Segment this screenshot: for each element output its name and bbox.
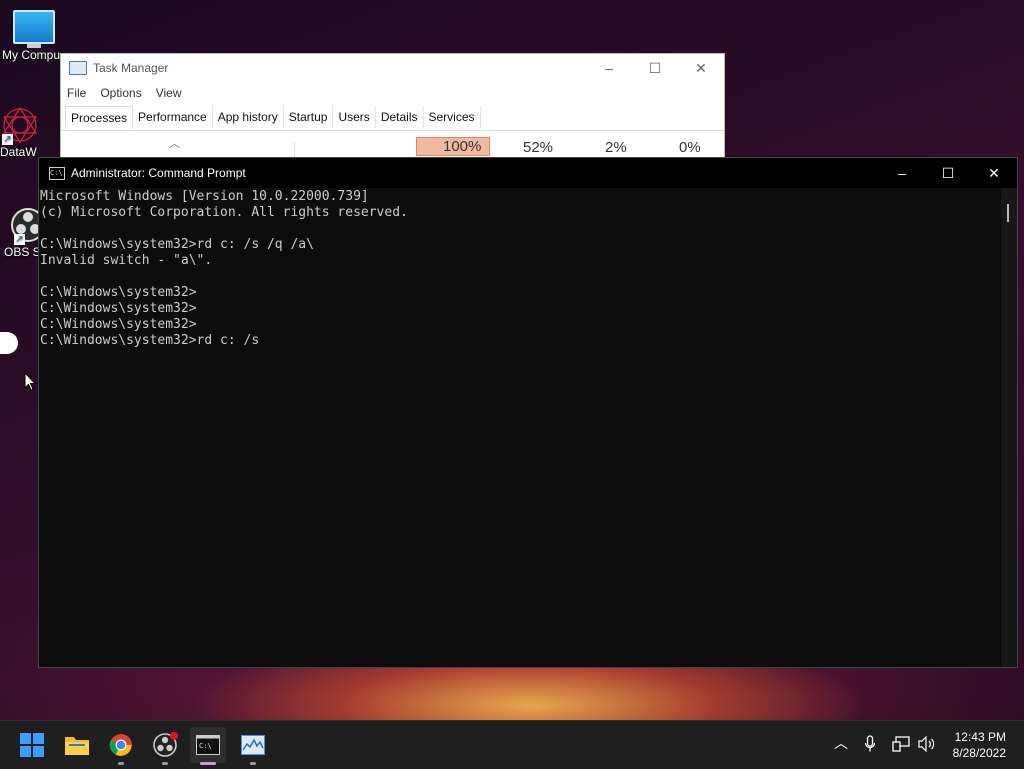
desktop-icon-datawrapper[interactable]: ↗ DataW — [0, 105, 40, 159]
monitor-icon — [13, 10, 55, 44]
clock-time: 12:43 PM — [954, 730, 1006, 744]
console-line: C:\Windows\system32> — [40, 317, 197, 332]
console-line: C:\Windows\system32> — [40, 301, 197, 316]
taskbar-file-explorer[interactable] — [59, 727, 95, 763]
terminal-icon: C:\ — [49, 166, 65, 180]
mouse-cursor-icon — [24, 372, 36, 391]
disk-column-stat[interactable]: 2% — [605, 139, 627, 156]
scrollbar-thumb[interactable] — [1007, 204, 1009, 222]
shortcut-arrow-icon: ↗ — [14, 234, 25, 245]
clock[interactable]: 12:43 PM 8/28/2022 — [953, 729, 1006, 761]
chevron-up-icon[interactable]: ︿ — [834, 733, 848, 753]
close-button[interactable]: ✕ — [678, 60, 724, 77]
console-output[interactable]: Microsoft Windows [Version 10.0.22000.73… — [39, 188, 1001, 667]
running-indicator — [118, 762, 124, 765]
minimize-button[interactable]: – — [586, 60, 632, 77]
cpu-column-stat[interactable]: 100% — [416, 137, 491, 156]
chrome-icon — [109, 734, 132, 756]
active-indicator — [200, 762, 216, 765]
taskbar: C:\ ︿ 12:43 PM 8/28/2022 — [0, 720, 1024, 769]
clock-date: 8/28/2022 — [952, 746, 1006, 760]
sort-chevron-up-icon[interactable]: ︿ — [169, 135, 180, 151]
task-manager-menubar: File Options View — [61, 82, 724, 104]
console-line: Microsoft Windows [Version 10.0.22000.73… — [40, 189, 369, 204]
task-manager-window[interactable]: Task Manager – ☐ ✕ File Options View Pro… — [60, 53, 725, 165]
shortcut-arrow-icon: ↗ — [2, 134, 13, 145]
microphone-icon[interactable] — [864, 735, 876, 753]
cmd-scrollbar[interactable] — [1001, 188, 1017, 667]
partial-desktop-icon[interactable] — [0, 332, 18, 354]
cmd-title: Administrator: Command Prompt — [71, 166, 246, 180]
console-line: Invalid switch - "a\". — [40, 253, 213, 268]
tab-users[interactable]: Users — [333, 106, 376, 128]
taskbar-command-prompt[interactable]: C:\ — [190, 727, 226, 765]
menu-options[interactable]: Options — [100, 86, 141, 100]
taskbar-obs[interactable] — [147, 727, 183, 765]
task-manager-titlebar[interactable]: Task Manager – ☐ ✕ — [61, 54, 724, 82]
console-current-line[interactable]: C:\Windows\system32>rd c: /s — [40, 333, 1001, 349]
task-manager-title: Task Manager — [93, 61, 169, 75]
taskbar-task-manager[interactable] — [235, 727, 271, 765]
tab-details[interactable]: Details — [376, 106, 424, 128]
network-column-stat[interactable]: 0% — [679, 139, 701, 156]
memory-column-stat[interactable]: 52% — [523, 139, 553, 156]
console-line: C:\Windows\system32> — [40, 285, 197, 300]
tab-processes[interactable]: Processes — [65, 105, 134, 129]
task-manager-icon — [241, 735, 265, 755]
command-prompt-window[interactable]: C:\ Administrator: Command Prompt – ☐ ✕ … — [38, 157, 1018, 668]
console-line: (c) Microsoft Corporation. All rights re… — [40, 205, 408, 220]
console-line: C:\Windows\system32>rd c: /s /q /a\ — [40, 237, 314, 252]
maximize-button[interactable]: ☐ — [925, 165, 971, 182]
minimize-button[interactable]: – — [879, 165, 925, 182]
running-indicator — [162, 762, 168, 765]
tab-services[interactable]: Services — [424, 106, 481, 128]
cmd-titlebar[interactable]: C:\ Administrator: Command Prompt – ☐ ✕ — [39, 158, 1017, 188]
desktop-icon-label: My Compu — [2, 48, 61, 62]
desktop-icon-my-computer[interactable]: My Compu — [2, 10, 64, 62]
tab-startup[interactable]: Startup — [284, 106, 334, 128]
close-button[interactable]: ✕ — [971, 165, 1017, 182]
running-indicator — [250, 762, 256, 765]
task-manager-tabs: Processes Performance App history Startu… — [61, 104, 724, 131]
network-icon[interactable] — [892, 736, 910, 752]
tab-performance[interactable]: Performance — [133, 106, 213, 128]
volume-icon[interactable] — [918, 736, 936, 752]
tab-app-history[interactable]: App history — [213, 106, 284, 128]
obs-icon — [153, 732, 178, 757]
maximize-button[interactable]: ☐ — [632, 60, 678, 77]
menu-view[interactable]: View — [156, 86, 182, 100]
menu-file[interactable]: File — [67, 86, 86, 100]
terminal-icon: C:\ — [196, 735, 220, 755]
task-manager-icon — [69, 61, 87, 75]
svg-text:C:\: C:\ — [199, 742, 212, 750]
taskbar-chrome[interactable] — [103, 727, 139, 765]
desktop-icon-label: DataW — [0, 145, 37, 159]
start-button[interactable] — [14, 727, 50, 763]
windows-logo-icon — [20, 733, 44, 757]
datawrapper-icon: ↗ — [0, 105, 40, 145]
folder-icon — [65, 737, 89, 755]
